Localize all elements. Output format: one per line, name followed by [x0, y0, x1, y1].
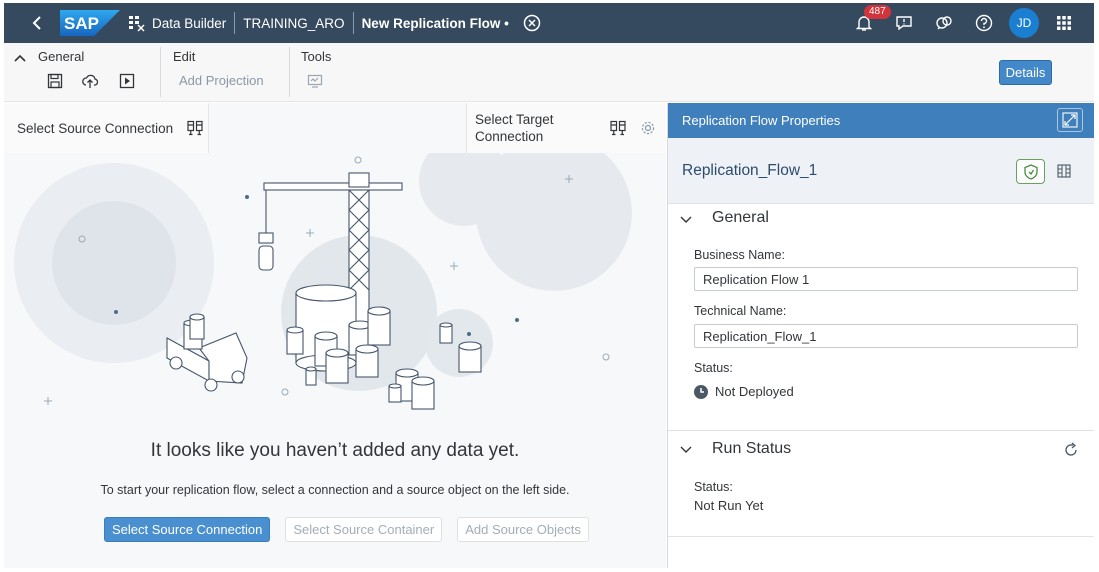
flow-canvas: Select Source Connection Select Target C…: [4, 103, 666, 568]
product-switch-button[interactable]: [1044, 3, 1084, 43]
details-button[interactable]: Details: [999, 60, 1052, 85]
technical-name-field[interactable]: Replication_Flow_1: [694, 324, 1078, 348]
empty-state-actions: Select Source Connection Select Source C…: [104, 517, 589, 542]
breadcrumb-separator: [234, 12, 236, 34]
source-connection-header[interactable]: Select Source Connection: [4, 103, 209, 153]
help-icon: [975, 14, 993, 32]
expand-button[interactable]: [1057, 108, 1083, 132]
support-button[interactable]: [924, 3, 964, 43]
close-circle-icon[interactable]: [523, 14, 541, 32]
toolbar-tools-label: Tools: [301, 49, 332, 64]
general-section-title: General: [712, 209, 769, 226]
sap-logo[interactable]: SAP: [60, 10, 120, 36]
source-connection-label: Select Source Connection: [17, 120, 174, 136]
tool-icon[interactable]: [307, 73, 323, 89]
svg-text:SAP: SAP: [64, 14, 99, 33]
flow-title: New Replication Flow: [361, 15, 501, 31]
data-builder-icon: [129, 16, 145, 32]
unsaved-marker: •: [504, 15, 509, 31]
collapse-chevron-icon[interactable]: [14, 54, 26, 62]
business-name-field[interactable]: Replication Flow 1: [694, 267, 1078, 291]
gear-icon[interactable]: [640, 120, 656, 136]
shell-actions: 487 JD: [844, 3, 1084, 43]
feedback-icon: [896, 16, 912, 31]
toolbar-edit-label: Edit: [173, 49, 196, 64]
back-icon: [32, 16, 41, 30]
run-status-section: Run Status Status: Not Run Yet: [668, 431, 1094, 537]
toolbar-group-tools: Tools: [289, 43, 369, 102]
chevron-down-icon[interactable]: [680, 216, 692, 224]
properties-header: Replication Flow Properties: [668, 103, 1094, 138]
shell-bar: SAP Data Builder TRAINING_ARO New Replic…: [4, 3, 1094, 43]
toolbar-group-edit: Edit Add Projection: [161, 43, 290, 102]
columns-icon[interactable]: [1057, 164, 1071, 178]
target-connection-header[interactable]: Select Target Connection: [466, 103, 666, 153]
avatar: JD: [1009, 8, 1039, 38]
support-icon: [936, 16, 952, 30]
breadcrumb-separator: [352, 12, 354, 34]
user-menu-button[interactable]: JD: [1004, 3, 1044, 43]
clock-icon: [694, 384, 708, 399]
deploy-icon[interactable]: [82, 73, 98, 89]
shield-icon: [1023, 163, 1038, 180]
breadcrumb-space[interactable]: TRAINING_ARO: [243, 16, 344, 31]
deploy-status: Not Deployed: [694, 384, 794, 399]
connection-icon[interactable]: [187, 120, 203, 136]
business-name-label: Business Name:: [694, 248, 786, 262]
expand-icon: [1062, 112, 1078, 128]
feedback-button[interactable]: [884, 3, 924, 43]
run-icon[interactable]: [119, 73, 135, 89]
connection-icon[interactable]: [609, 120, 626, 136]
toolbar: General Edit Add Projection Tools Detail…: [4, 43, 1094, 102]
notifications-button[interactable]: 487: [844, 3, 891, 43]
status-label: Status:: [694, 361, 733, 375]
target-header-line2: Connection: [475, 129, 544, 144]
empty-state-subtitle: To start your replication flow, select a…: [100, 483, 570, 497]
add-source-objects-button[interactable]: Add Source Objects: [457, 517, 589, 542]
run-status-title: Run Status: [712, 440, 792, 457]
target-connection-label: Select Target Connection: [475, 111, 554, 145]
save-icon[interactable]: [47, 73, 63, 89]
add-projection-button[interactable]: Add Projection: [179, 73, 264, 88]
validate-button[interactable]: [1016, 159, 1045, 184]
select-source-container-button[interactable]: Select Source Container: [285, 517, 443, 542]
empty-state-illustration: [14, 153, 632, 410]
technical-name-label: Technical Name:: [694, 304, 787, 318]
breadcrumb-flow: New Replication Flow •: [362, 16, 509, 31]
help-button[interactable]: [964, 3, 1004, 43]
properties-subheader: Replication_Flow_1: [668, 138, 1094, 204]
general-section: General Business Name: Replication Flow …: [668, 204, 1094, 431]
deploy-status-value: Not Deployed: [715, 384, 794, 399]
target-header-line1: Select Target: [475, 112, 554, 127]
properties-panel: Replication Flow Properties Replication_…: [667, 103, 1094, 568]
properties-title: Replication Flow Properties: [682, 113, 841, 128]
chevron-down-icon[interactable]: [680, 446, 692, 454]
flow-name: Replication_Flow_1: [682, 162, 818, 179]
grid-menu-icon: [1057, 16, 1071, 30]
toolbar-group-general: General: [4, 43, 161, 102]
empty-state-title: It looks like you haven’t added any data…: [150, 440, 520, 461]
run-status-label: Status:: [694, 480, 733, 494]
select-source-connection-button[interactable]: Select Source Connection: [104, 517, 271, 542]
toolbar-general-label: General: [38, 49, 85, 64]
refresh-icon[interactable]: [1063, 442, 1079, 458]
run-status-value: Not Run Yet: [694, 498, 764, 513]
back-button[interactable]: [22, 3, 52, 43]
breadcrumb-app[interactable]: Data Builder: [152, 16, 226, 31]
